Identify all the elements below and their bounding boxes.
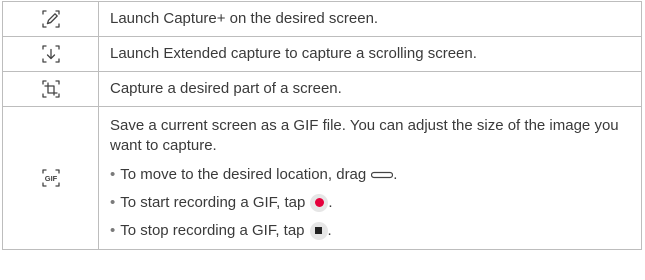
bullet-item: • To move to the desired location, drag … bbox=[110, 165, 398, 185]
icon-cell bbox=[2, 71, 99, 107]
bullet-item: • To start recording a GIF, tap . bbox=[110, 193, 333, 212]
drag-handle-icon bbox=[371, 165, 394, 185]
bullet-text: To stop recording a GIF, tap bbox=[120, 221, 305, 239]
bullet-item: • To stop recording a GIF, tap . bbox=[110, 221, 332, 240]
table-row: Launch Capture+ on the desired screen. bbox=[2, 1, 642, 37]
description-cell: Save a current screen as a GIF file. You… bbox=[98, 106, 642, 250]
table-row: GIF Save a current screen as a GIF file.… bbox=[2, 106, 642, 250]
stop-square bbox=[315, 227, 323, 234]
description-cell: Launch Capture+ on the desired screen. bbox=[98, 1, 642, 37]
capture-plus-pen-icon bbox=[41, 9, 61, 29]
stop-icon bbox=[309, 221, 328, 240]
bullet-text: To start recording a GIF, tap bbox=[120, 193, 306, 211]
record-icon bbox=[310, 193, 329, 212]
gif-label: GIF bbox=[44, 174, 57, 183]
crop-capture-icon bbox=[41, 79, 61, 99]
icon-cell: GIF bbox=[2, 106, 99, 250]
table-row: Launch Extended capture to capture a scr… bbox=[2, 36, 642, 72]
description-cell: Capture a desired part of a screen. bbox=[98, 71, 642, 107]
icon-cell bbox=[2, 1, 99, 37]
record-dot bbox=[314, 198, 324, 207]
gif-description: Save a current screen as a GIF file. You… bbox=[110, 116, 619, 154]
capture-options-table: Launch Capture+ on the desired screen. L… bbox=[2, 1, 642, 250]
gif-capture-icon: GIF bbox=[41, 168, 61, 188]
table-row: Capture a desired part of a screen. bbox=[2, 71, 642, 107]
description-cell: Launch Extended capture to capture a scr… bbox=[98, 36, 642, 72]
icon-cell bbox=[2, 36, 99, 72]
extended-capture-icon bbox=[41, 44, 61, 64]
bullet-text: To move to the desired location, drag bbox=[120, 165, 367, 183]
